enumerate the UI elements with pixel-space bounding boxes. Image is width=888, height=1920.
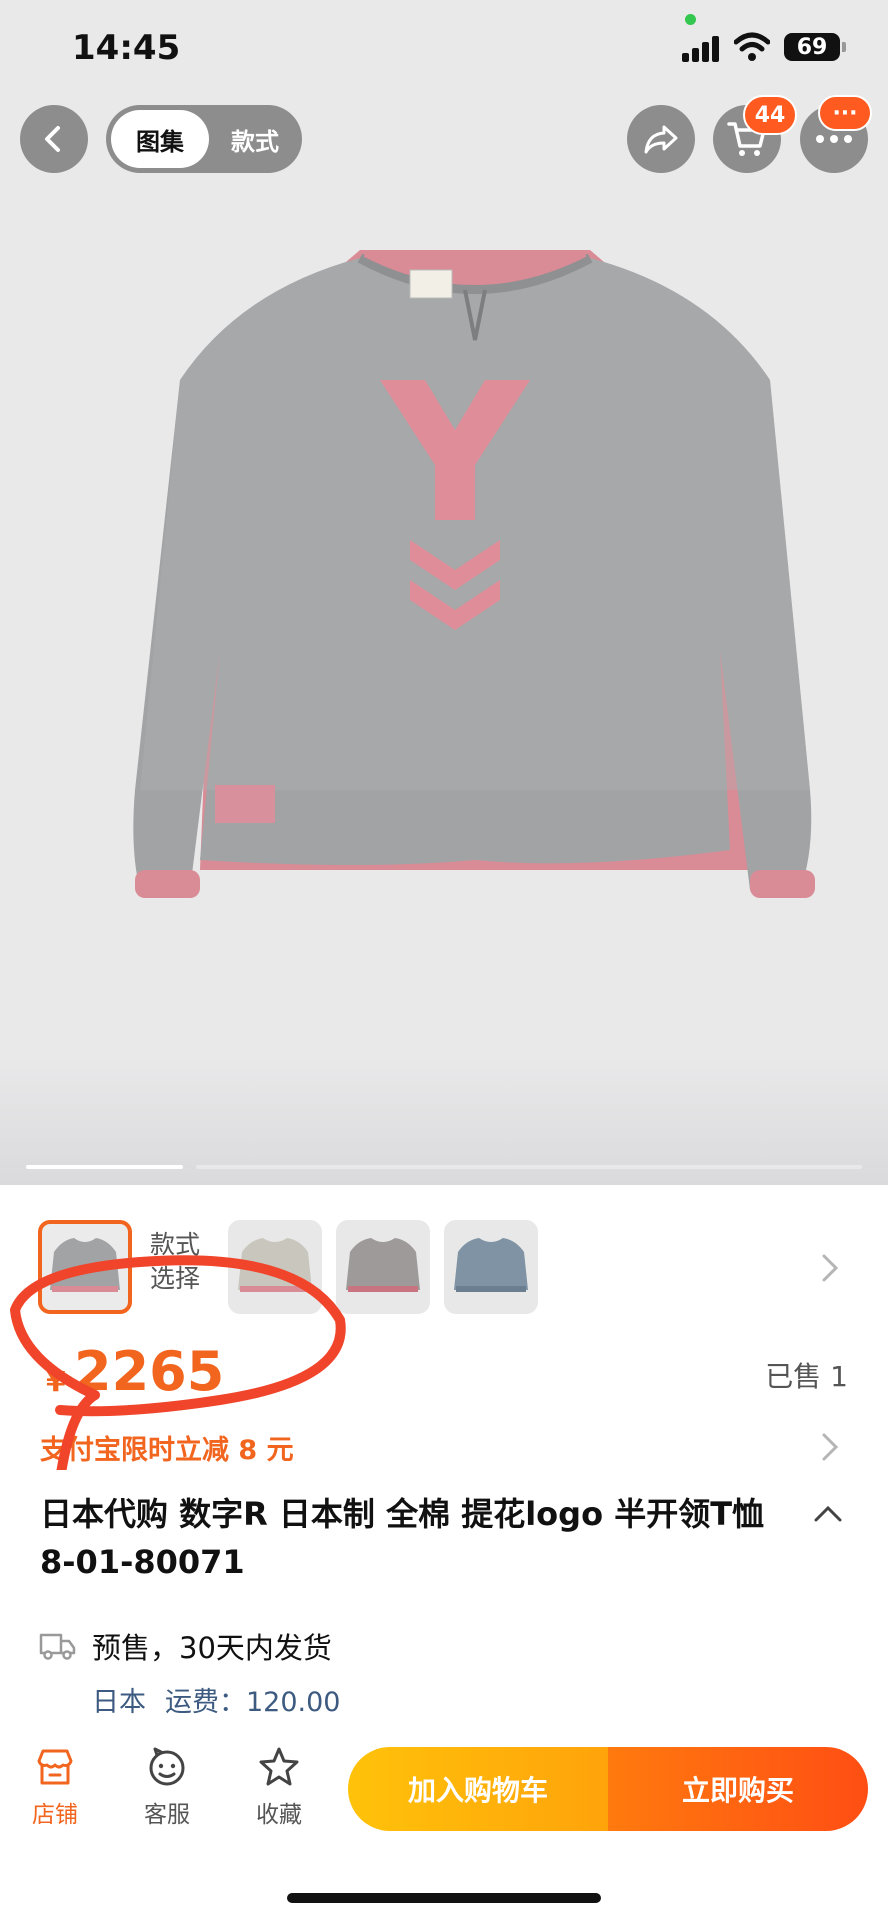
chevron-up-icon[interactable] — [812, 1502, 844, 1526]
sold-count: 已售 1 — [765, 1360, 848, 1393]
product-gallery[interactable] — [0, 0, 888, 1185]
back-icon — [45, 126, 60, 152]
tab-favorite[interactable]: 收藏 — [234, 1745, 324, 1845]
back-button[interactable] — [20, 105, 88, 173]
product-title: 日本代购 数字R 日本制 全棉 提花logo 半开领T恤 8-01-80071 — [40, 1495, 765, 1581]
variant-thumb[interactable] — [444, 1220, 538, 1314]
tab-favorite-label: 收藏 — [256, 1802, 302, 1828]
tab-customer-service[interactable]: 客服 — [122, 1745, 212, 1845]
battery-icon: 69 — [784, 33, 846, 61]
buy-now-button[interactable]: 立即购买 — [608, 1747, 868, 1831]
tab-store-label: 店铺 — [32, 1802, 78, 1828]
share-button[interactable] — [627, 105, 695, 173]
annotation-circle — [10, 1255, 346, 1470]
gallery-progress-active — [26, 1165, 183, 1169]
product-photo[interactable] — [110, 230, 840, 950]
home-indicator[interactable] — [287, 1893, 601, 1903]
status-bar: 14:45 69 — [0, 0, 888, 96]
privacy-indicator-dot — [685, 14, 696, 25]
more-icon — [816, 135, 852, 143]
wifi-icon — [734, 32, 770, 61]
shipping-origin: 日本 — [92, 1687, 146, 1718]
customer-service-icon — [149, 1747, 185, 1786]
gallery-progress-track — [196, 1165, 862, 1169]
share-icon — [644, 125, 678, 154]
chevron-right-icon[interactable] — [818, 1248, 842, 1288]
add-to-cart-button[interactable]: 加入购物车 — [348, 1747, 608, 1831]
tab-styles[interactable]: 款式 — [212, 110, 298, 168]
store-icon — [37, 1749, 73, 1785]
status-time: 14:45 — [72, 28, 181, 68]
tab-gallery[interactable]: 图集 — [111, 110, 209, 168]
star-icon — [259, 1747, 299, 1786]
tab-store[interactable]: 店铺 — [10, 1745, 100, 1845]
cart-count-badge: 44 — [743, 95, 797, 135]
delivery-truck-icon — [39, 1633, 76, 1660]
signal-icon — [682, 36, 722, 62]
tab-service-label: 客服 — [144, 1802, 190, 1828]
chevron-right-icon — [822, 1433, 839, 1461]
shipping-info: 预售，30天内发货 — [92, 1631, 332, 1665]
gallery-tab-switch: 图集 款式 — [106, 105, 302, 173]
shipping-fee: 运费：120.00 — [165, 1687, 341, 1718]
message-badge: ··· — [818, 95, 872, 131]
variant-thumb-image — [454, 1238, 528, 1292]
